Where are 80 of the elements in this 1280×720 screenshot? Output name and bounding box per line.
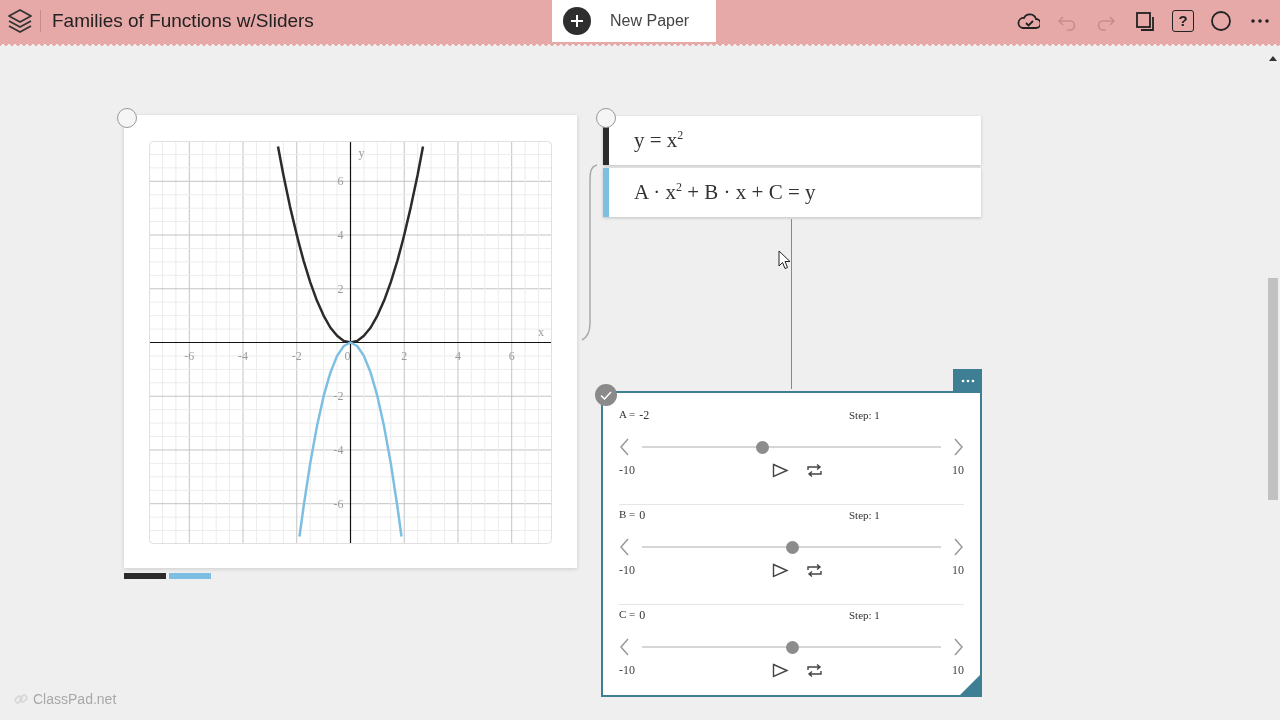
axis-label: x: [538, 324, 544, 339]
handle-circle[interactable]: [596, 108, 616, 128]
step-label: Step: 1: [849, 409, 880, 421]
chevron-right-button[interactable]: [953, 538, 964, 556]
step-label: Step: 1: [849, 609, 880, 621]
variable-label: C =: [619, 607, 636, 622]
repeat-icon: [804, 562, 824, 578]
plus-icon: [563, 7, 591, 35]
play-icon: [771, 662, 789, 678]
axis-tick-label: -2: [291, 348, 302, 363]
min-value: -10: [619, 462, 635, 478]
pages-icon[interactable]: [1133, 9, 1157, 33]
axis-tick-label: 4: [337, 228, 344, 243]
circle-icon[interactable]: [1209, 9, 1233, 33]
variable-value: 0: [639, 507, 646, 523]
expression-card[interactable]: A · x$^{2}$ + B · x + C = y: [603, 168, 981, 217]
step-label: Step: 1: [849, 509, 880, 521]
repeat-icon: [804, 462, 824, 478]
axis-tick-label: 0: [344, 348, 351, 363]
axis-tick-label: 4: [454, 348, 461, 363]
min-value: -10: [619, 562, 635, 578]
legend-swatch: [124, 573, 166, 579]
variable-value: 0: [639, 607, 646, 623]
repeat-button[interactable]: [804, 462, 824, 478]
legend-swatch: [169, 573, 211, 579]
chevron-left-icon: [619, 638, 630, 656]
variable-label: A =: [619, 407, 636, 422]
chevron-left-icon: [619, 438, 630, 456]
chevron-right-icon: [953, 538, 964, 556]
resize-handle[interactable]: [960, 675, 980, 695]
cursor-icon: [778, 250, 791, 270]
max-value: 10: [952, 662, 964, 678]
play-button[interactable]: [771, 662, 789, 678]
variable-label: B =: [619, 507, 636, 522]
repeat-icon: [804, 662, 824, 678]
axis-tick-label: 6: [337, 174, 344, 189]
min-value: -10: [619, 662, 635, 678]
scrollbar-thumb[interactable]: [1268, 278, 1278, 500]
axis-label: y: [358, 146, 365, 160]
chevron-right-button[interactable]: [953, 438, 964, 456]
chevron-left-button[interactable]: [619, 438, 630, 456]
axis-tick-label: 2: [337, 281, 344, 296]
slider-thumb[interactable]: [785, 540, 799, 554]
axis-tick-label: -4: [333, 442, 344, 457]
chevron-left-button[interactable]: [619, 638, 630, 656]
brand-logo-text: ClassPad.net: [33, 691, 117, 707]
math-expression: A · x$^{2}$ + B · x + C = y: [633, 180, 816, 205]
axis-tick-label: -6: [333, 496, 344, 511]
axis-tick-label: 2: [401, 348, 408, 363]
axis-tick-label: -6: [184, 348, 195, 363]
new-paper-tab[interactable]: New Paper: [552, 0, 716, 42]
play-icon: [771, 462, 789, 478]
repeat-button[interactable]: [804, 562, 824, 578]
axis-tick-label: -2: [333, 389, 344, 404]
more-icon: [960, 378, 975, 383]
max-value: 10: [952, 462, 964, 478]
slider-thumb[interactable]: [755, 440, 769, 454]
chevron-right-button[interactable]: [953, 638, 964, 656]
chevron-left-icon: [619, 538, 630, 556]
axis-tick-label: -4: [238, 348, 249, 363]
link-icon: [14, 692, 28, 706]
repeat-button[interactable]: [804, 662, 824, 678]
max-value: 10: [952, 562, 964, 578]
axis-tick-label: 6: [508, 348, 515, 363]
play-icon: [771, 562, 789, 578]
handle-circle[interactable]: [117, 108, 137, 128]
math-expression: y = x$^{2}$: [633, 128, 684, 153]
expression-card[interactable]: y = x$^{2}$: [603, 116, 981, 165]
check-icon[interactable]: [595, 384, 617, 406]
chevron-right-icon: [953, 438, 964, 456]
layers-icon[interactable]: [6, 7, 34, 35]
variable-value: -2: [639, 407, 650, 423]
help-button[interactable]: ?: [1172, 10, 1194, 32]
chevron-right-icon: [953, 638, 964, 656]
scroll-up-icon[interactable]: [1268, 54, 1278, 62]
document-title: Families of Functions w/Sliders: [52, 10, 314, 32]
play-button[interactable]: [771, 562, 789, 578]
play-button[interactable]: [771, 462, 789, 478]
slider-thumb[interactable]: [785, 640, 799, 654]
chevron-left-button[interactable]: [619, 538, 630, 556]
